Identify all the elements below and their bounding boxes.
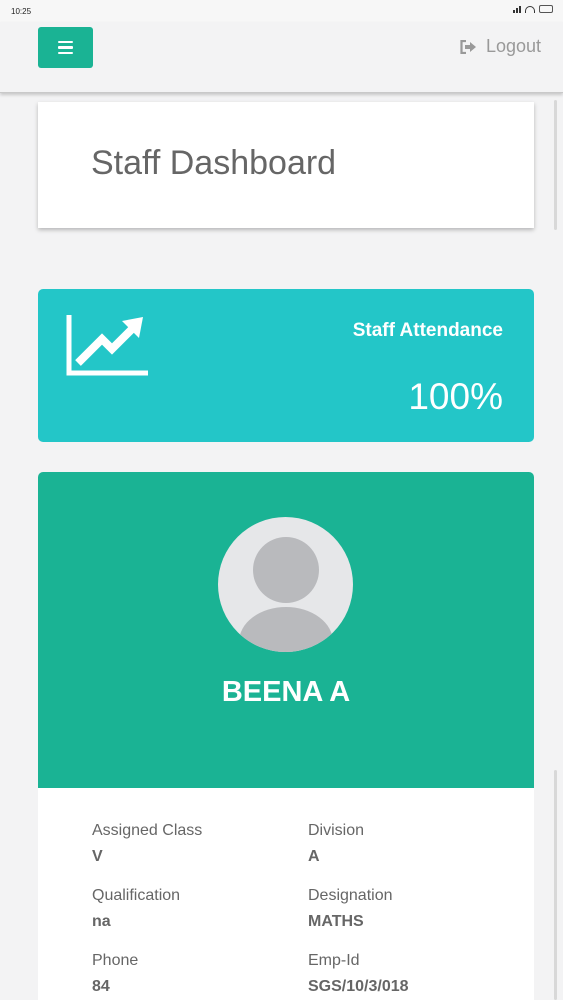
sign-out-icon (460, 39, 476, 54)
logout-link[interactable]: Logout (460, 36, 541, 57)
logout-label: Logout (485, 36, 541, 56)
page-title: Staff Dashboard (91, 144, 337, 182)
phone-label: Phone (92, 952, 139, 969)
attendance-label: Staff Attendance (352, 320, 503, 341)
top-navbar: Logout (0, 22, 563, 93)
avatar-head (253, 537, 319, 603)
phone-field: Phone 84 (92, 952, 138, 996)
signal-icon (513, 5, 521, 13)
emp-id-label: Emp-Id (308, 952, 360, 969)
designation-value: MATHS (308, 913, 364, 930)
staff-name: BEENA A (221, 676, 351, 708)
scrollbar[interactable] (554, 770, 557, 1000)
hamburger-icon-line (58, 51, 73, 55)
menu-toggle-button[interactable] (38, 27, 93, 68)
qualification-label: Qualification (92, 887, 181, 904)
emp-id-field: Emp-Id SGS/10/3/018 (308, 952, 409, 996)
assigned-class-field: Assigned Class V (92, 822, 202, 866)
status-bar: 10:25 (0, 0, 563, 22)
scrollbar[interactable] (554, 100, 557, 230)
emp-id-value: SGS/10/3/018 (308, 978, 409, 995)
division-field: Division A (308, 822, 364, 866)
wifi-icon (525, 5, 535, 13)
page-header-card: Staff Dashboard (38, 102, 534, 228)
staff-details-panel: Assigned Class V Division A Qualificatio… (38, 788, 534, 1000)
avatar-body (239, 607, 333, 652)
status-icons (513, 5, 553, 13)
hamburger-icon (58, 40, 73, 44)
status-time: 10:25 (11, 7, 32, 16)
designation-label: Designation (308, 887, 393, 904)
designation-field: Designation MATHS (308, 887, 393, 931)
phone-value: 84 (92, 978, 110, 995)
battery-icon (539, 5, 553, 13)
division-label: Division (308, 822, 365, 839)
hamburger-icon-line (58, 46, 73, 49)
line-chart-icon (66, 315, 148, 376)
qualification-value: na (92, 913, 111, 930)
staff-profile-card: BEENA A (38, 472, 534, 788)
assigned-class-label: Assigned Class (92, 822, 203, 839)
assigned-class-value: V (92, 848, 103, 865)
division-value: A (308, 848, 320, 865)
attendance-value: 100% (408, 376, 503, 417)
qualification-field: Qualification na (92, 887, 180, 931)
avatar (218, 517, 353, 652)
staff-attendance-widget: Staff Attendance 100% (38, 289, 534, 442)
